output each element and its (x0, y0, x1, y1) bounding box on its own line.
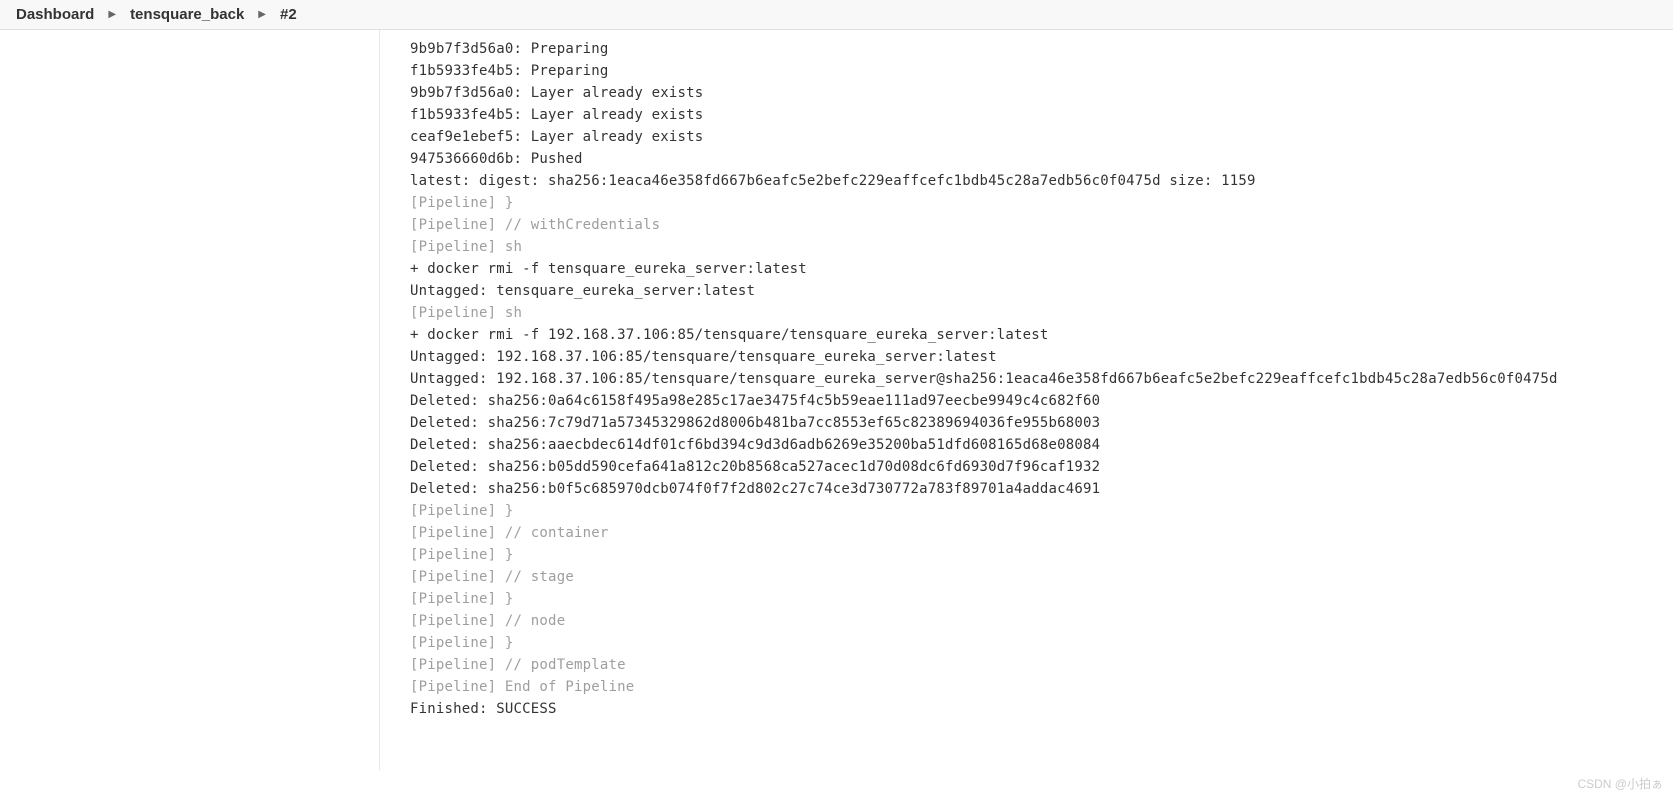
console-line: f1b5933fe4b5: Layer already exists (410, 104, 1657, 126)
console-line: 9b9b7f3d56a0: Preparing (410, 38, 1657, 60)
console-line: Deleted: sha256:b0f5c685970dcb074f0f7f2d… (410, 478, 1657, 500)
console-line: Untagged: 192.168.37.106:85/tensquare/te… (410, 346, 1657, 368)
console-line: ceaf9e1ebef5: Layer already exists (410, 126, 1657, 148)
console-line: [Pipeline] } (410, 192, 1657, 214)
console-line: Untagged: tensquare_eureka_server:latest (410, 280, 1657, 302)
console-line: latest: digest: sha256:1eaca46e358fd667b… (410, 170, 1657, 192)
watermark: CSDN @小拍ぁ (1577, 775, 1663, 792)
console-line: [Pipeline] } (410, 632, 1657, 654)
console-line: Untagged: 192.168.37.106:85/tensquare/te… (410, 368, 1657, 390)
console-line: Deleted: sha256:b05dd590cefa641a812c20b8… (410, 456, 1657, 478)
breadcrumb-dashboard[interactable]: Dashboard (16, 6, 94, 23)
console-line: 9b9b7f3d56a0: Layer already exists (410, 82, 1657, 104)
console-line: 947536660d6b: Pushed (410, 148, 1657, 170)
console-line: f1b5933fe4b5: Preparing (410, 60, 1657, 82)
console-line: [Pipeline] sh (410, 236, 1657, 258)
console-line: Deleted: sha256:0a64c6158f495a98e285c17a… (410, 390, 1657, 412)
console-line: Finished: SUCCESS (410, 698, 1657, 720)
console-line: [Pipeline] // withCredentials (410, 214, 1657, 236)
console-line: Deleted: sha256:7c79d71a57345329862d8006… (410, 412, 1657, 434)
console-line: [Pipeline] // podTemplate (410, 654, 1657, 676)
console-output[interactable]: 9b9b7f3d56a0: Preparingf1b5933fe4b5: Pre… (380, 30, 1673, 770)
chevron-right-icon: ▶ (258, 9, 266, 20)
breadcrumb-project[interactable]: tensquare_back (130, 6, 244, 23)
console-line: Deleted: sha256:aaecbdec614df01cf6bd394c… (410, 434, 1657, 456)
breadcrumb: Dashboard ▶ tensquare_back ▶ #2 (0, 0, 1673, 30)
chevron-right-icon: ▶ (108, 9, 116, 20)
breadcrumb-build[interactable]: #2 (280, 6, 297, 23)
left-sidebar (0, 30, 380, 770)
console-line: [Pipeline] // stage (410, 566, 1657, 588)
console-line: [Pipeline] } (410, 500, 1657, 522)
console-line: + docker rmi -f 192.168.37.106:85/tensqu… (410, 324, 1657, 346)
console-line: [Pipeline] sh (410, 302, 1657, 324)
console-line: + docker rmi -f tensquare_eureka_server:… (410, 258, 1657, 280)
content-area: 9b9b7f3d56a0: Preparingf1b5933fe4b5: Pre… (0, 30, 1673, 770)
console-line: [Pipeline] // node (410, 610, 1657, 632)
console-line: [Pipeline] } (410, 544, 1657, 566)
console-line: [Pipeline] End of Pipeline (410, 676, 1657, 698)
console-line: [Pipeline] } (410, 588, 1657, 610)
console-line: [Pipeline] // container (410, 522, 1657, 544)
